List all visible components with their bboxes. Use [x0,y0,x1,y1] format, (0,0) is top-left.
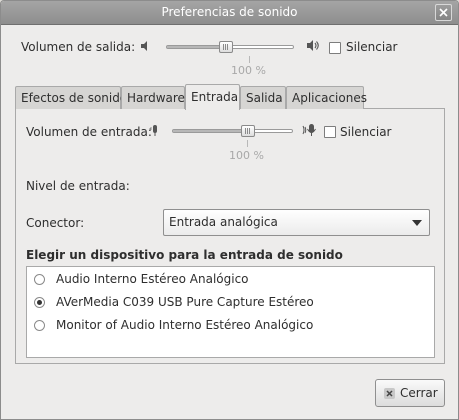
input-level-label: Nivel de entrada: [26,179,130,193]
output-mute-label: Silenciar [346,40,398,54]
device-radio-1[interactable] [34,297,45,308]
output-volume-label: Volumen de salida: [21,40,136,54]
output-mute-checkbox[interactable] [329,42,341,54]
tab-input[interactable]: Entrada [185,84,240,110]
input-volume-slider[interactable] [172,125,293,137]
close-button[interactable]: Cerrar [375,379,445,407]
input-mute-label: Silenciar [340,125,392,139]
tab-output[interactable]: Salida [240,86,286,109]
connector-dropdown-value: Entrada analógica [169,215,278,229]
input-volume-thumb[interactable] [241,125,255,137]
output-volume-fill [167,46,227,48]
input-volume-percent: 100 % [229,149,264,162]
chevron-down-icon [412,220,422,226]
input-volume-label: Volumen de entrada: [26,125,152,139]
input-device-list[interactable]: Audio Interno Estéreo Analógico AVerMedi… [26,266,435,358]
speaker-high-icon [307,40,319,51]
cancel-icon [384,388,395,399]
output-volume-tick [249,56,250,63]
connector-label: Conector: [26,216,85,230]
sound-preferences-window: Preferencias de sonido Volumen de salida… [0,0,459,420]
device-section-heading: Elegir un dispositivo para la entrada de… [26,248,343,262]
output-volume-percent: 100 % [231,64,266,77]
tab-sound-effects[interactable]: Efectos de sonido [15,86,127,109]
microphone-low-icon [149,125,157,136]
device-radio-0[interactable] [34,274,45,285]
window-title: Preferencias de sonido [161,5,298,19]
close-icon [439,8,448,17]
close-button-label: Cerrar [400,386,438,400]
speaker-low-icon [141,41,147,51]
output-volume-slider[interactable] [166,41,294,53]
input-volume-tick [247,140,248,147]
device-label-0[interactable]: Audio Interno Estéreo Analógico [56,272,249,286]
device-label-1[interactable]: AVerMedia C039 USB Pure Capture Estéreo [56,295,314,309]
tab-applications[interactable]: Aplicaciones [286,86,367,109]
input-mute-checkbox[interactable] [324,126,336,138]
device-radio-2[interactable] [34,320,45,331]
input-volume-fill [173,130,248,132]
window-close-button[interactable] [435,4,452,21]
device-label-2[interactable]: Monitor of Audio Interno Estéreo Analógi… [56,318,313,332]
microphone-high-icon [302,124,316,136]
connector-dropdown[interactable]: Entrada analógica [163,209,430,236]
output-volume-thumb[interactable] [219,41,233,53]
tab-hardware[interactable]: Hardware [121,86,185,109]
title-bar[interactable]: Preferencias de sonido [1,1,458,25]
